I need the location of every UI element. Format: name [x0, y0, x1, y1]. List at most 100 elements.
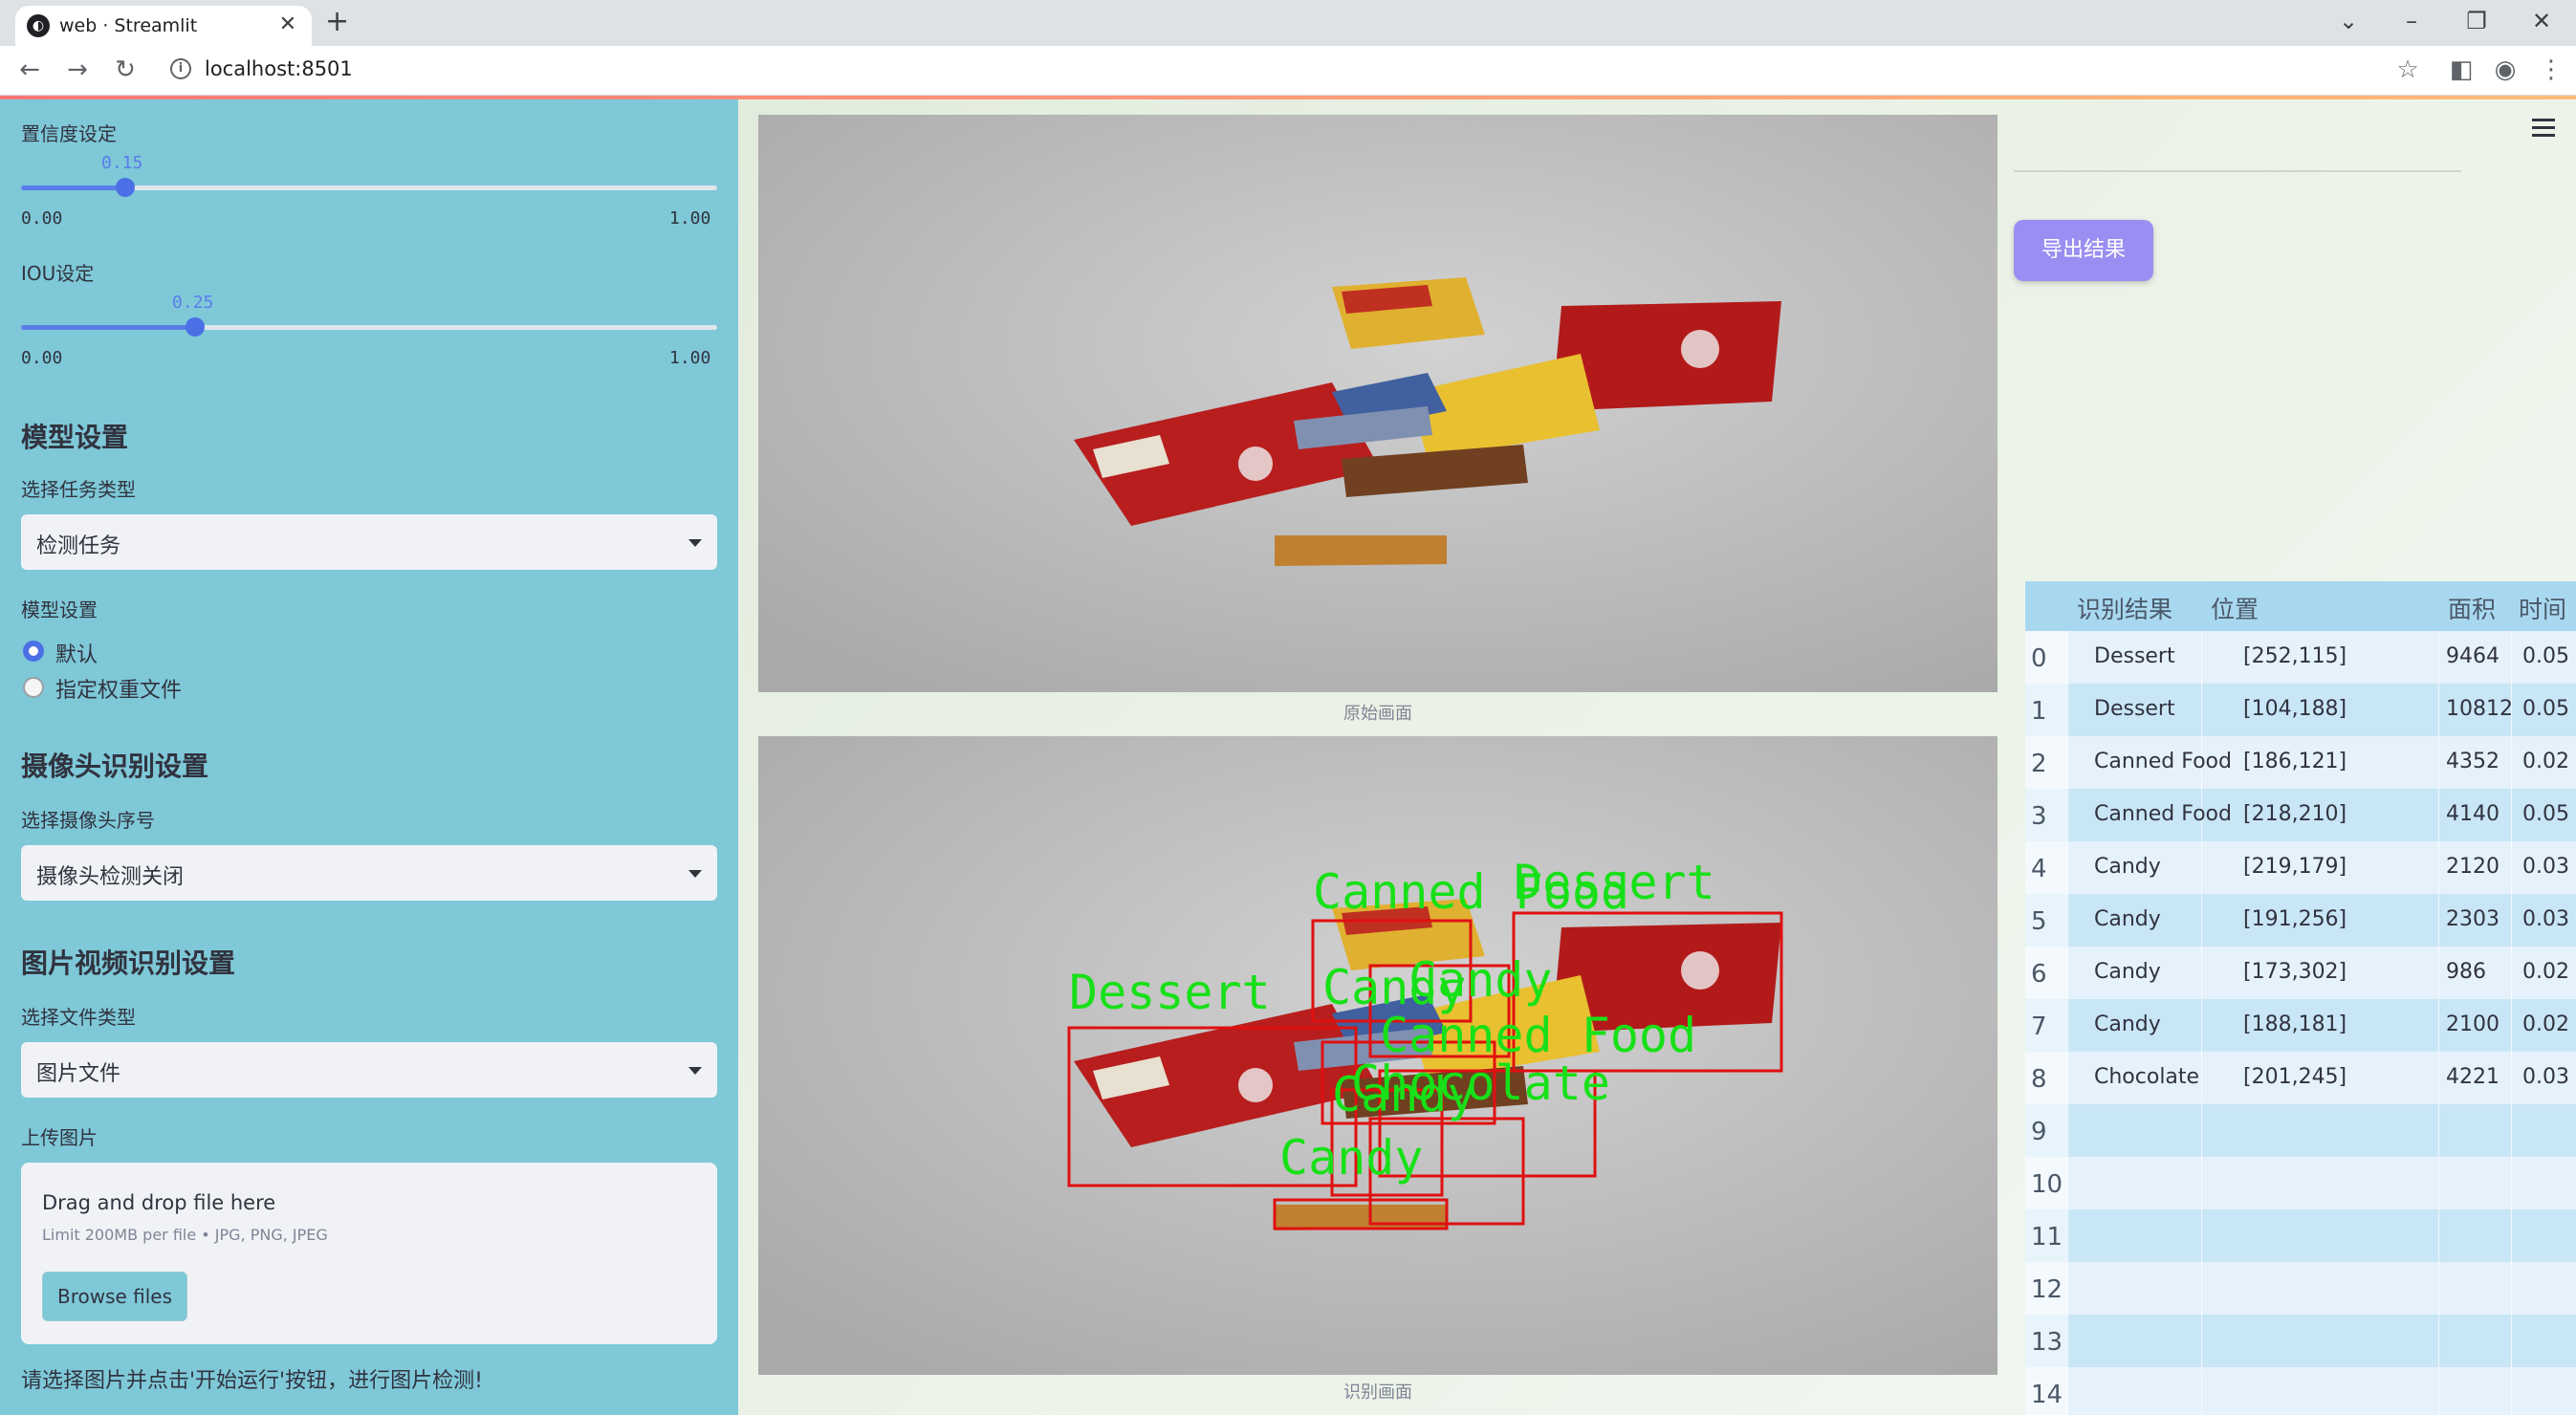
column-divider [2067, 789, 2068, 841]
tab-search-icon[interactable]: ⌄ [2329, 8, 2368, 34]
cell-position: [201,245] [2243, 1065, 2347, 1089]
cell-time: 0.05 [2522, 697, 2569, 721]
column-divider [2067, 1209, 2068, 1262]
table-row[interactable]: 10 [2025, 1157, 2576, 1209]
detection-label: Candy [1279, 1130, 1424, 1186]
iou-slider-thumb[interactable] [186, 317, 205, 337]
star-icon[interactable]: ☆ [2390, 55, 2425, 84]
radio-default[interactable] [23, 641, 44, 662]
column-divider [2438, 947, 2439, 999]
column-divider [2201, 631, 2202, 684]
result-caption: 识别画面 [1343, 1382, 1412, 1403]
file-uploader-dropzone[interactable]: Drag and drop file here Limit 200MB per … [21, 1163, 717, 1344]
confidence-slider[interactable] [21, 178, 717, 197]
col-header-result[interactable]: 识别结果 [2077, 591, 2172, 625]
browser-tab[interactable]: ◐ web · Streamlit ✕ [15, 6, 312, 46]
table-row[interactable]: 2 Canned Food [186,121] 4352 0.02 [2025, 736, 2576, 789]
row-index: 5 [2031, 907, 2047, 936]
task-type-label: 选择任务类型 [21, 478, 136, 501]
sidebar: 置信度设定 0.15 0.00 1.00 IOU设定 0.25 0.00 1.0… [0, 99, 738, 1415]
tab-close-icon[interactable]: ✕ [275, 12, 300, 36]
column-divider [2067, 947, 2068, 999]
upload-label: 上传图片 [21, 1126, 98, 1149]
address-bar[interactable]: localhost:8501 [205, 57, 353, 80]
restore-icon[interactable]: ❐ [2457, 8, 2496, 34]
column-divider [2067, 736, 2068, 789]
hamburger-menu-icon[interactable] [2532, 119, 2555, 142]
row-index: 8 [2031, 1065, 2047, 1094]
cell-area: 2303 [2446, 907, 2500, 931]
cell-position: [186,121] [2243, 750, 2347, 773]
column-divider [2201, 1367, 2202, 1415]
table-row[interactable]: 12 [2025, 1262, 2576, 1315]
cell-time: 0.03 [2522, 1065, 2569, 1089]
sidepanel-icon[interactable]: ◧ [2444, 55, 2478, 84]
column-divider [2438, 1315, 2439, 1367]
divider [2014, 170, 2461, 172]
profile-icon[interactable]: ◉ [2488, 55, 2522, 84]
cell-result: Candy [2094, 1012, 2161, 1036]
original-caption: 原始画面 [1343, 704, 1412, 724]
camera-select[interactable]: 摄像头检测关闭 [21, 845, 717, 901]
column-divider [2067, 684, 2068, 736]
table-header: 识别结果 位置 面积 时间 [2025, 581, 2576, 631]
kebab-menu-icon[interactable]: ⋮ [2534, 55, 2568, 84]
new-tab-icon[interactable]: + [325, 5, 349, 38]
column-divider [2511, 1104, 2512, 1157]
table-row[interactable]: 9 [2025, 1104, 2576, 1157]
column-divider [2511, 1157, 2512, 1209]
confidence-value: 0.15 [101, 153, 143, 173]
radio-custom-weights-label[interactable]: 指定权重文件 [55, 673, 182, 704]
confidence-min: 0.00 [21, 208, 63, 229]
column-divider [2067, 999, 2068, 1052]
iou-label: IOU设定 [21, 262, 95, 285]
reload-icon[interactable]: ↻ [109, 55, 142, 84]
table-row[interactable]: 0 Dessert [252,115] 9464 0.05 [2025, 631, 2576, 684]
column-divider [2438, 789, 2439, 841]
column-divider [2438, 841, 2439, 894]
task-type-select[interactable]: 检测任务 [21, 514, 717, 570]
cell-area: 2100 [2446, 1012, 2500, 1036]
back-arrow-icon[interactable]: ← [13, 55, 46, 84]
cell-area: 4352 [2446, 750, 2500, 773]
column-divider [2067, 1104, 2068, 1157]
browse-files-button[interactable]: Browse files [42, 1272, 187, 1321]
confidence-slider-thumb[interactable] [116, 178, 136, 197]
table-row[interactable]: 6 Candy [173,302] 986 0.02 [2025, 947, 2576, 999]
cell-time: 0.02 [2522, 960, 2569, 984]
forward-arrow-icon[interactable]: → [61, 55, 94, 84]
table-row[interactable]: 7 Candy [188,181] 2100 0.02 [2025, 999, 2576, 1052]
table-row[interactable]: 5 Candy [191,256] 2303 0.03 [2025, 894, 2576, 947]
table-row[interactable]: 8 Chocolate [201,245] 4221 0.03 [2025, 1052, 2576, 1104]
column-divider [2438, 736, 2439, 789]
uploader-limit: Limit 200MB per file • JPG, PNG, JPEG [42, 1226, 328, 1244]
sidebar-hint: 请选择图片并点击'开始运行'按钮，进行图片检测! [21, 1369, 483, 1393]
table-row[interactable]: 3 Canned Food [218,210] 4140 0.05 [2025, 789, 2576, 841]
column-divider [2201, 1209, 2202, 1262]
info-icon[interactable]: i [170, 58, 191, 79]
row-index: 4 [2031, 855, 2047, 883]
table-row[interactable]: 4 Candy [219,179] 2120 0.03 [2025, 841, 2576, 894]
radio-default-label[interactable]: 默认 [55, 638, 98, 668]
iou-slider[interactable] [21, 317, 717, 337]
table-row[interactable]: 13 [2025, 1315, 2576, 1367]
col-header-position[interactable]: 位置 [2211, 591, 2259, 625]
col-header-time[interactable]: 时间 [2519, 591, 2566, 625]
window-close-icon[interactable]: ✕ [2522, 8, 2561, 34]
table-row[interactable]: 1 Dessert [104,188] 10812 0.05 [2025, 684, 2576, 736]
column-divider [2067, 841, 2068, 894]
cell-position: [218,210] [2243, 802, 2347, 826]
export-results-button[interactable]: 导出结果 [2014, 220, 2153, 281]
table-row[interactable]: 11 [2025, 1209, 2576, 1262]
row-index: 9 [2031, 1118, 2047, 1146]
cell-position: [219,179] [2243, 855, 2347, 879]
row-index: 0 [2031, 644, 2047, 673]
radio-custom-weights[interactable] [23, 677, 44, 698]
file-type-select[interactable]: 图片文件 [21, 1042, 717, 1098]
column-divider [2438, 894, 2439, 947]
column-divider [2201, 999, 2202, 1052]
minimize-icon[interactable]: – [2392, 8, 2431, 34]
col-header-area[interactable]: 面积 [2448, 591, 2496, 625]
table-row[interactable]: 14 [2025, 1367, 2576, 1415]
row-index: 6 [2031, 960, 2047, 989]
